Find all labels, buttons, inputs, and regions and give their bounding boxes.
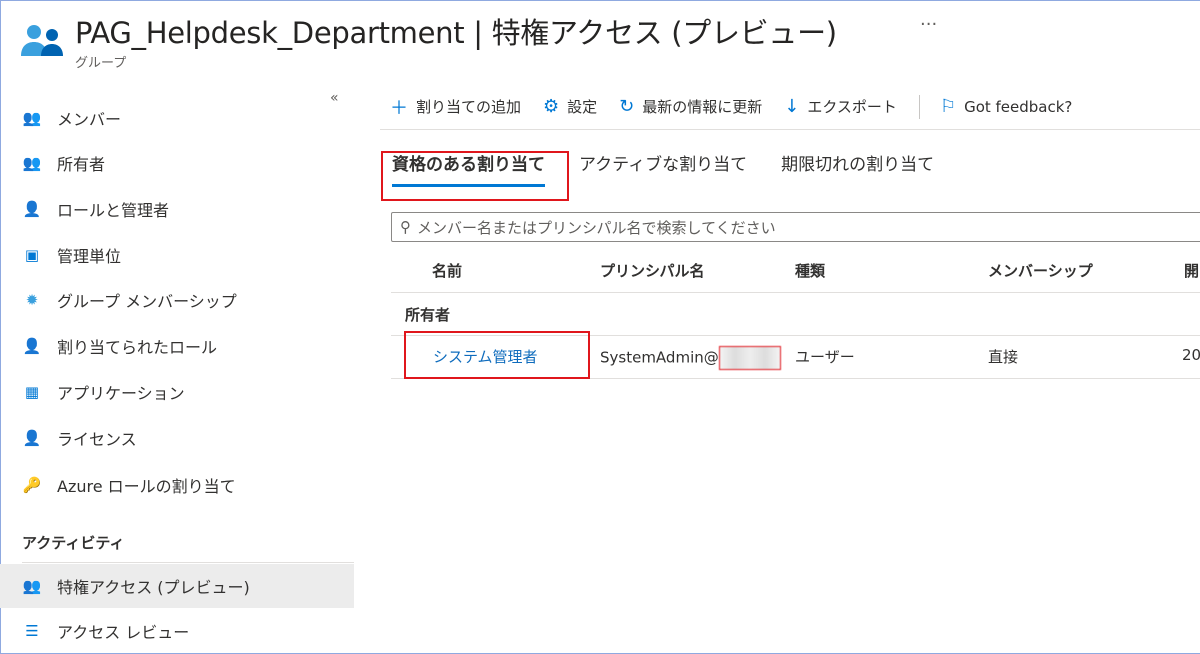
divider [22,562,354,563]
access-review-icon: ☰ [25,622,39,640]
sidebar-item-label: アクセス レビュー [57,623,190,642]
sidebar-item-label: 特権アクセス (プレビュー) [57,578,250,597]
button-label: 最新の情報に更新 [642,98,763,116]
sidebar-item-privileged-access[interactable]: 👥 特権アクセス (プレビュー) [0,564,354,608]
sidebar-item-roles[interactable]: 👤 ロールと管理者 [0,187,354,231]
page-title: PAG_Helpdesk_Department | 特権アクセス (プレビュー) [75,16,837,50]
sidebar-item-members[interactable]: 👥 メンバー [0,100,354,140]
admin-units-icon: ▣ [24,246,40,264]
redacted-domain [718,346,781,370]
search-input[interactable]: ⚲ メンバー名またはプリンシパル名で検索してください [391,212,1200,242]
column-header-name[interactable]: 名前 [432,260,462,281]
download-icon: ↓ [784,96,800,117]
sidebar-item-label: 割り当てられたロール [57,338,218,357]
settings-button[interactable]: ⚙ 設定 [543,96,597,117]
feedback-icon: ⚐ [939,96,957,117]
divider [391,292,1200,293]
column-header-membership[interactable]: メンバーシップ [988,260,1093,281]
sidebar-item-label: 管理単位 [57,247,122,266]
members-icon: 👥 [22,109,42,127]
column-header-principal[interactable]: プリンシパル名 [600,260,705,281]
sidebar-item-label: メンバー [57,110,122,129]
sidebar-item-assigned-roles[interactable]: 👤 割り当てられたロール [0,324,354,368]
gear-icon: ⚙ [543,96,560,117]
sidebar-item-label: グループ メンバーシップ [57,292,237,311]
licenses-icon: 👤 [22,429,42,447]
highlight-box [381,151,569,201]
toolbar-divider [918,94,920,119]
plus-icon: ＋ [390,97,408,119]
button-label: エクスポート [807,98,897,116]
refresh-icon: ↻ [619,96,635,117]
principal-name: SystemAdmin@ [600,346,781,370]
assigned-roles-icon: 👤 [22,337,42,355]
roles-icon: 👤 [22,200,42,218]
command-bar: ＋ 割り当ての追加 ⚙ 設定 ↻ 最新の情報に更新 ↓ エクスポート ⚐ Got feed… [380,84,1200,130]
sidebar-item-label: ライセンス [57,430,137,449]
sidebar-item-azure-roles[interactable]: 🔑 Azure ロールの割り当て [0,463,354,507]
button-label: Got feedback? [964,97,1073,116]
add-assignment-button[interactable]: ＋ 割り当ての追加 [390,94,521,120]
group-membership-icon: ✹ [25,291,39,309]
highlight-box [404,331,590,379]
more-options-button[interactable]: ··· [920,14,937,35]
applications-icon: ▦ [24,383,40,401]
sidebar-item-access-review[interactable]: ☰ アクセス レビュー [0,609,354,653]
group-heading-owners: 所有者 [405,306,451,324]
privileged-access-icon: 👥 [22,577,42,595]
refresh-button[interactable]: ↻ 最新の情報に更新 [619,96,762,117]
sidebar-item-label: 所有者 [57,155,106,174]
search-icon: ⚲ [400,218,411,236]
sidebar-item-applications[interactable]: ▦ アプリケーション [0,370,354,414]
column-header-start[interactable]: 開 [1184,260,1199,281]
sidebar-item-licenses[interactable]: 👤 ライセンス [0,416,354,460]
search-placeholder: メンバー名またはプリンシパル名で検索してください [417,218,776,237]
membership-type: 直接 [988,348,1019,366]
key-icon: 🔑 [22,476,42,494]
column-header-type[interactable]: 種類 [795,260,825,281]
section-heading-activity: アクティビティ [22,534,125,552]
button-label: 設定 [567,98,598,116]
sidebar-item-admin-units[interactable]: ▣ 管理単位 [0,233,354,277]
owners-icon: 👥 [22,154,42,172]
sidebar-item-label: アプリケーション [57,384,185,403]
sidebar: 👥 メンバー 👥 所有者 👤 ロールと管理者 ▣ 管理単位 ✹ グループ メンバーシップ … [0,100,354,654]
tab-expired-assignments[interactable]: 期限切れの割り当て [781,150,934,187]
button-label: 割り当ての追加 [416,98,522,116]
member-type: ユーザー [795,348,855,366]
sidebar-item-owners[interactable]: 👥 所有者 [0,141,354,185]
page-subtitle: グループ [75,56,127,71]
sidebar-item-label: ロールと管理者 [57,201,170,220]
group-icon [20,22,66,62]
sidebar-item-label: Azure ロールの割り当て [57,477,236,496]
feedback-button[interactable]: ⚐ Got feedback? [940,96,1072,117]
export-button[interactable]: ↓ エクスポート [784,96,897,117]
tab-active-assignments[interactable]: アクティブな割り当て [579,150,747,187]
sidebar-item-group-membership[interactable]: ✹ グループ メンバーシップ [0,278,354,322]
principal-text: SystemAdmin@ [600,348,719,367]
start-date: 20 [1182,346,1200,364]
